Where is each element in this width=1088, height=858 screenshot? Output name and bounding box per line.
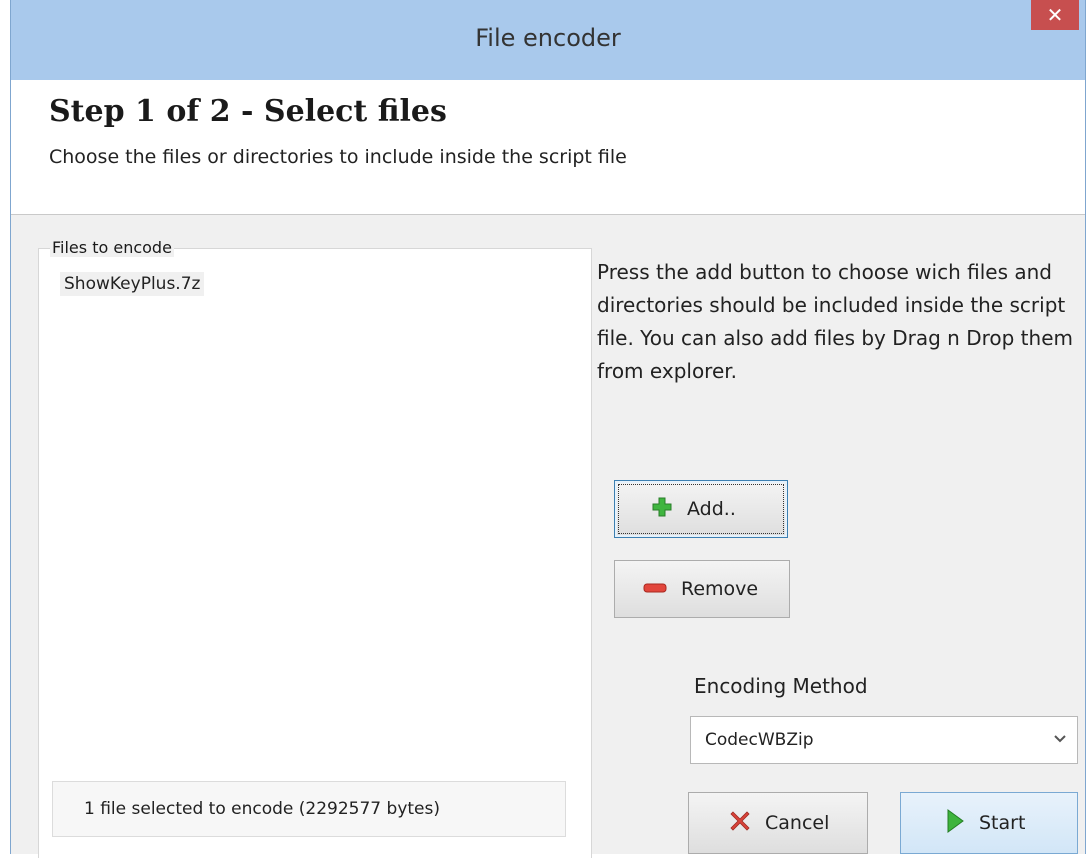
remove-button[interactable]: Remove (614, 560, 790, 618)
cancel-button-label: Cancel (765, 812, 830, 834)
play-icon (945, 808, 965, 839)
help-text: Press the add button to choose wich file… (597, 260, 1073, 383)
close-icon: ✕ (1046, 3, 1064, 27)
title-bar: File encoder ✕ (11, 0, 1085, 80)
cancel-icon (729, 810, 751, 837)
step-title: Step 1 of 2 - Select files (49, 94, 447, 129)
window-title: File encoder (475, 24, 621, 52)
start-button[interactable]: Start (900, 792, 1078, 854)
minus-icon (643, 578, 667, 600)
add-button[interactable]: Add.. (614, 480, 788, 538)
step-subtitle: Choose the files or directories to inclu… (49, 146, 627, 168)
remove-button-label: Remove (681, 578, 759, 600)
chevron-down-icon (1053, 717, 1067, 782)
close-button[interactable]: ✕ (1031, 0, 1079, 30)
files-group-label: Files to encode (50, 238, 174, 257)
start-button-label: Start (979, 812, 1026, 834)
file-list-item[interactable]: ShowKeyPlus.7z (60, 272, 205, 296)
cancel-button[interactable]: Cancel (688, 792, 868, 854)
encoding-method-select[interactable]: CodecWBZip (690, 716, 1078, 764)
focus-ring (618, 484, 784, 534)
encoding-method-value: CodecWBZip (705, 730, 814, 750)
wizard-header: Step 1 of 2 - Select files Choose the fi… (11, 80, 1085, 215)
encoding-method-label: Encoding Method (694, 674, 868, 698)
selection-status: 1 file selected to encode (2292577 bytes… (84, 799, 440, 819)
files-to-encode-group (38, 248, 592, 858)
